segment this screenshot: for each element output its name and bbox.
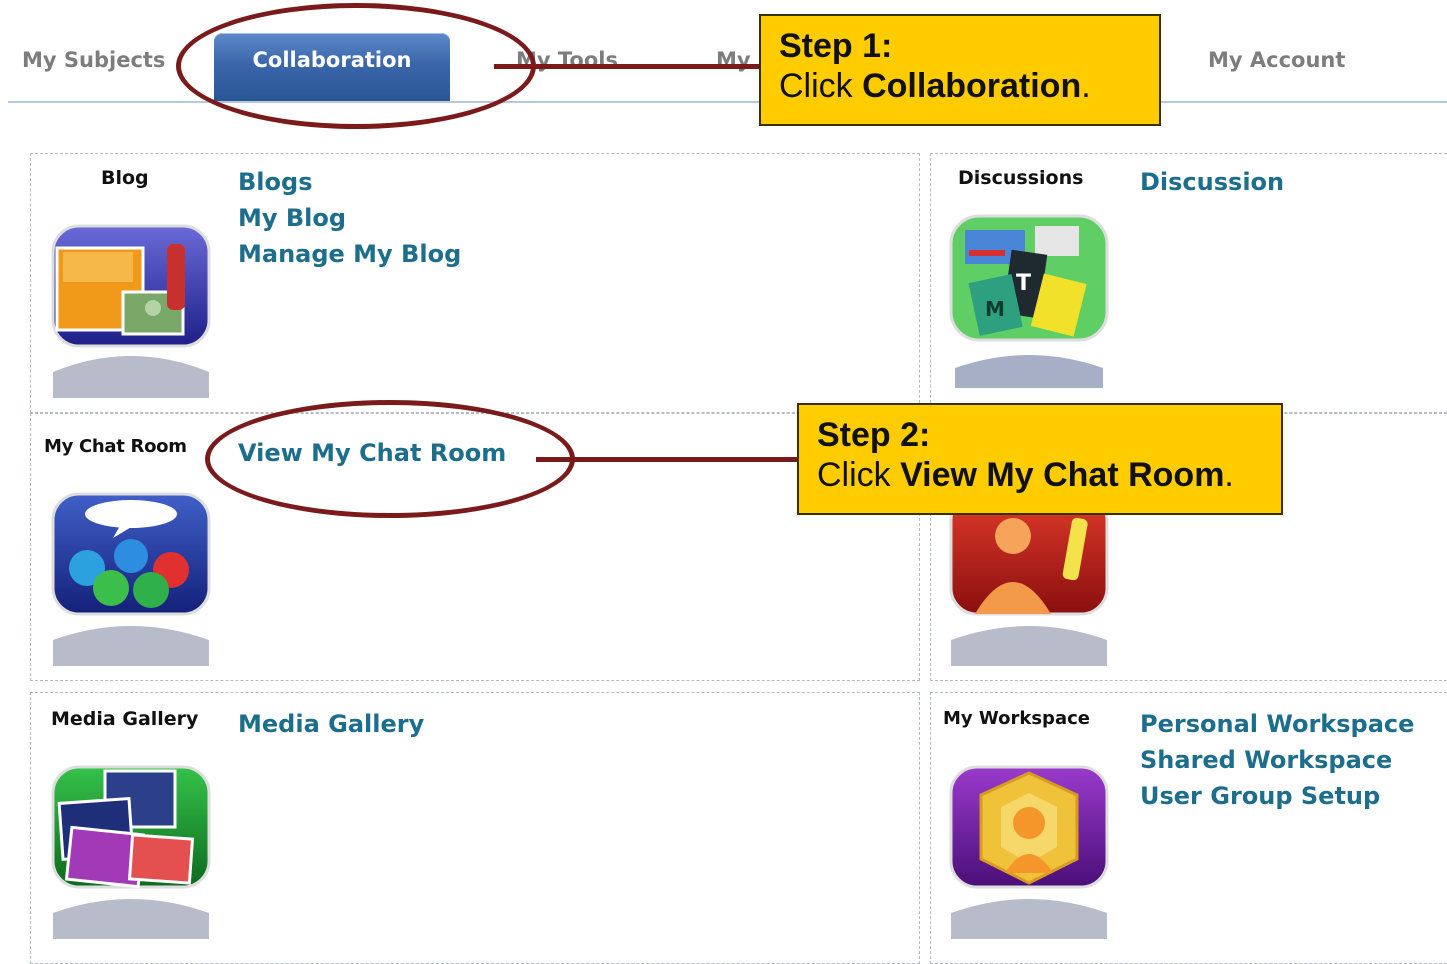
media-gallery-links: Media Gallery — [238, 706, 424, 742]
step2-connector-line — [536, 457, 798, 462]
discussions-panel: Discussions T M Discussion — [930, 153, 1447, 413]
personal-workspace-link[interactable]: Personal Workspace — [1140, 706, 1414, 742]
tab-my-subjects[interactable]: My Subjects — [22, 48, 165, 72]
profile-icon[interactable] — [945, 490, 1113, 666]
step1-suffix: . — [1081, 67, 1091, 105]
discussion-link[interactable]: Discussion — [1140, 164, 1284, 200]
chat-room-icon[interactable] — [47, 490, 215, 666]
collaboration-highlight-ellipse — [176, 3, 536, 129]
blogs-link[interactable]: Blogs — [238, 164, 461, 200]
media-gallery-panel-title: Media Gallery — [51, 708, 199, 730]
blog-panel: Blog Blogs My Blog Manage My Blog — [30, 153, 920, 413]
workspace-links: Personal Workspace Shared Workspace User… — [1140, 706, 1414, 814]
step2-callout: Step 2: Click View My Chat Room. — [797, 403, 1283, 515]
my-blog-link[interactable]: My Blog — [238, 200, 461, 236]
workspace-icon[interactable] — [945, 763, 1113, 939]
step2-target: View My Chat Room — [900, 456, 1225, 494]
manage-my-blog-link[interactable]: Manage My Blog — [238, 236, 461, 272]
discussion-links: Discussion — [1140, 164, 1284, 200]
blog-links: Blogs My Blog Manage My Blog — [238, 164, 461, 272]
shared-workspace-link[interactable]: Shared Workspace — [1140, 742, 1414, 778]
media-gallery-panel: Media Gallery Media Gallery — [30, 692, 920, 964]
media-gallery-icon[interactable] — [47, 763, 215, 939]
chat-room-panel-title: My Chat Room — [44, 436, 187, 457]
step2-prefix: Click — [817, 456, 901, 494]
step1-prefix: Click — [779, 67, 863, 105]
svg-text:M: M — [985, 297, 1005, 321]
workspace-panel-title: My Workspace — [943, 708, 1090, 729]
svg-text:T: T — [1016, 271, 1031, 296]
user-group-setup-link[interactable]: User Group Setup — [1140, 778, 1414, 814]
discussions-panel-title: Discussions — [958, 167, 1084, 189]
step1-connector-line — [494, 64, 760, 69]
discussions-icon[interactable]: T M — [945, 212, 1113, 388]
chat-room-highlight-ellipse — [205, 400, 575, 518]
blog-panel-title: Blog — [101, 167, 149, 189]
media-gallery-link[interactable]: Media Gallery — [238, 706, 424, 742]
step1-callout: Step 1: Click Collaboration. — [759, 14, 1161, 126]
tab-my-account[interactable]: My Account — [1208, 48, 1345, 72]
blog-icon[interactable] — [47, 222, 215, 398]
workspace-panel: My Workspace Personal Workspace Shared W… — [930, 692, 1447, 964]
step1-target: Collaboration — [862, 67, 1082, 105]
step2-label: Step 2: — [817, 416, 931, 454]
step1-label: Step 1: — [779, 27, 893, 65]
step2-suffix: . — [1224, 456, 1234, 494]
